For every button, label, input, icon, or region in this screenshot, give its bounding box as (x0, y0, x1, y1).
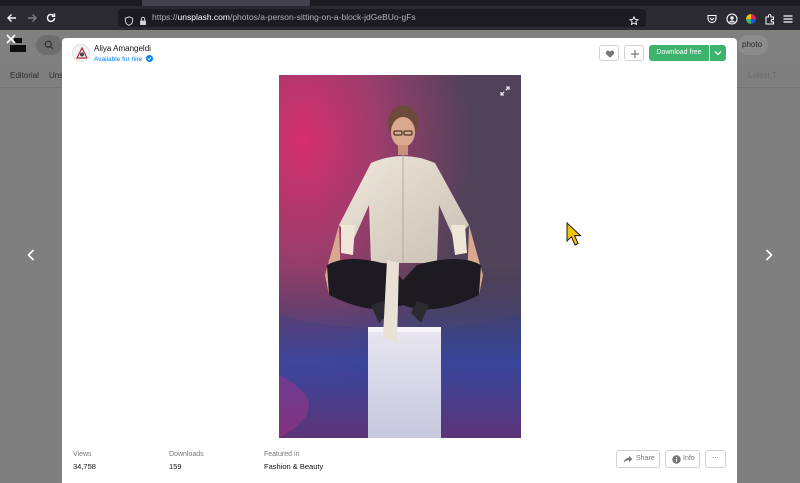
like-button[interactable] (599, 45, 619, 61)
url-path: /photos/a-person-sitting-on-a-block-jdGe… (229, 12, 416, 22)
heart-icon (605, 50, 615, 58)
reload-icon[interactable] (44, 11, 58, 25)
bg-tab-latest[interactable]: Latest T (748, 71, 777, 80)
url-text[interactable]: https://unsplash.com/photos/a-person-sit… (152, 12, 416, 22)
photo-image (279, 75, 521, 438)
share-button[interactable]: Share (616, 450, 660, 468)
chevron-right-icon[interactable] (764, 248, 774, 264)
close-icon[interactable] (5, 33, 17, 47)
account-icon[interactable] (726, 12, 738, 25)
more-icon: ⋯ (712, 455, 719, 462)
extensions-puzzle-icon[interactable] (764, 12, 776, 25)
download-options-button[interactable] (710, 45, 726, 61)
forward-icon[interactable] (25, 11, 39, 25)
address-bar[interactable]: https://unsplash.com/photos/a-person-sit… (118, 9, 646, 27)
chevron-left-icon[interactable] (26, 248, 36, 264)
stat-label: Featured in (264, 451, 300, 458)
info-icon (672, 455, 681, 464)
hire-status-text: Available for hire (94, 56, 143, 63)
featured-collection-link[interactable]: Fashion & Beauty (264, 462, 323, 471)
color-extension-icon[interactable] (745, 12, 757, 24)
background-search-right[interactable]: photo (738, 35, 768, 55)
avatar[interactable] (72, 44, 90, 62)
bg-tab-editorial[interactable]: Editorial (10, 71, 39, 80)
download-button[interactable]: Download free (649, 45, 709, 61)
menu-hamburger-icon[interactable] (782, 12, 794, 24)
shield-icon[interactable] (124, 13, 134, 26)
add-to-collection-button[interactable] (624, 45, 644, 61)
main-photo[interactable] (279, 75, 521, 438)
stat-views: Views 34,758 (73, 451, 96, 471)
info-label: Info (683, 455, 695, 462)
expand-icon[interactable] (500, 86, 510, 96)
stat-featured: Featured in Fashion & Beauty (264, 451, 323, 471)
info-button[interactable]: Info (665, 450, 700, 468)
back-icon[interactable] (5, 11, 19, 25)
share-label: Share (636, 455, 655, 462)
share-icon (623, 455, 633, 463)
pocket-icon[interactable] (706, 12, 718, 24)
plus-icon (631, 50, 639, 58)
background-search-bar[interactable] (36, 35, 62, 55)
author-name[interactable]: Aliya Amangeldi (94, 44, 151, 53)
stat-value: 34,758 (73, 462, 96, 471)
browser-toolbar: https://unsplash.com/photos/a-person-sit… (0, 6, 800, 30)
more-options-button[interactable]: ⋯ (705, 450, 726, 468)
lock-icon[interactable] (138, 13, 148, 25)
search-icon (44, 40, 54, 50)
hire-status[interactable]: Available for hire (94, 55, 154, 63)
verified-check-icon (146, 55, 154, 62)
mouse-cursor-icon (566, 222, 582, 246)
bookmark-star-icon[interactable] (628, 13, 640, 26)
stat-downloads: Downloads 159 (169, 451, 204, 471)
url-host: unsplash.com (177, 12, 230, 22)
stat-label: Views (73, 451, 92, 458)
url-prefix: https:// (152, 12, 178, 22)
chevron-down-icon (714, 51, 722, 56)
photo-modal: Aliya Amangeldi Available for hire Downl… (62, 38, 737, 483)
stat-label: Downloads (169, 451, 204, 458)
stat-value: 159 (169, 462, 182, 471)
